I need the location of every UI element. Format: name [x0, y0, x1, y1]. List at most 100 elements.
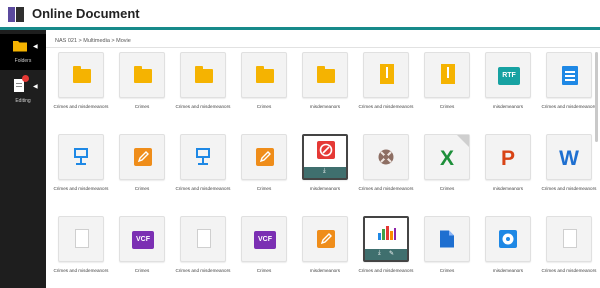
sidebar-item-editing[interactable]: ◀ Editing [0, 74, 46, 110]
file-name: Crimes and misdemeanors [175, 268, 231, 273]
file-name: Crimes [439, 268, 455, 273]
scrollbar[interactable] [595, 52, 598, 142]
file-thumbnail[interactable] [546, 52, 592, 98]
file-thumbnail[interactable] [302, 216, 348, 262]
file-name: misdemeanors [309, 268, 341, 273]
folder-icon [317, 66, 335, 83]
keynote-icon [74, 148, 88, 165]
chevron-left-icon: ◀ [33, 84, 38, 90]
file-name: Crimes and misdemeanors [53, 104, 109, 109]
file-name: Crimes and misdemeanors [175, 186, 231, 191]
file-name: Crimes [439, 104, 455, 109]
file-name: Crimes and misdemeanors [541, 104, 597, 109]
file-thumbnail[interactable] [546, 216, 592, 262]
edit-icon[interactable]: ✎ [389, 250, 394, 257]
file-name: Crimes and misdemeanors [175, 104, 231, 109]
file-name: Crimes and misdemeanors [53, 268, 109, 273]
file-thumbnail[interactable]: P [485, 134, 531, 180]
blank-file-icon [75, 229, 89, 248]
file-thumbnail[interactable] [424, 216, 470, 262]
download-icon[interactable]: ⤓ [323, 168, 326, 175]
numbers-chart-icon [378, 226, 396, 240]
pdf-icon [317, 141, 335, 159]
sidebar-item-label: Editing [15, 98, 31, 104]
file-thumbnail[interactable]: W [546, 134, 592, 180]
file-thumbnail[interactable] [302, 52, 348, 98]
sidebar: ◀ Folders ◀ Editing [0, 30, 46, 288]
file-name: Crimes and misdemeanors [358, 186, 414, 191]
file-actions-bar: ⤓ [304, 167, 346, 178]
notification-dot [22, 75, 29, 82]
file-name: Crimes [134, 186, 150, 191]
folder-icon [256, 66, 274, 83]
blank-file-icon [563, 229, 577, 248]
sidebar-item-folders[interactable]: ◀ Folders [0, 34, 46, 70]
file-name: Crimes and misdemeanors [358, 104, 414, 109]
chevron-left-icon: ◀ [33, 44, 38, 50]
file-name: Crimes and misdemeanors [53, 186, 109, 191]
file-thumbnail[interactable] [180, 52, 226, 98]
folder-icon [195, 66, 213, 83]
folder-icon [134, 66, 152, 83]
pages-icon [256, 148, 274, 166]
vcf-icon: VCF [254, 231, 276, 249]
file-actions-bar: ⤓ ✎ [365, 249, 407, 260]
google-doc-icon [440, 230, 454, 248]
file-name: misdemeanors [492, 104, 524, 109]
blank-file-icon [197, 229, 211, 248]
file-thumbnail[interactable] [485, 216, 531, 262]
file-thumbnail-selected[interactable]: ⤓ [302, 134, 348, 180]
file-thumbnail[interactable] [363, 134, 409, 180]
file-name: Crimes and misdemeanors [358, 268, 414, 273]
file-name: Crimes and misdemeanors [541, 186, 597, 191]
file-thumbnail[interactable]: RTF [485, 52, 531, 98]
file-name: Crimes [439, 186, 455, 191]
file-name: misdemeanors [309, 104, 341, 109]
sidebar-item-label: Folders [14, 58, 32, 64]
breadcrumb[interactable]: NAS 021 > Multimedia > Movie [55, 38, 131, 44]
archive-icon [380, 64, 394, 84]
keynote-icon [196, 148, 210, 165]
file-name: misdemeanors [492, 186, 524, 191]
pages-icon [134, 148, 152, 166]
file-name: Crimes [256, 268, 272, 273]
app-logo-icon [8, 7, 24, 22]
file-thumbnail[interactable] [58, 134, 104, 180]
powerpoint-icon: P [500, 147, 515, 170]
archive-icon [441, 64, 455, 84]
edit-tag-icon [457, 135, 469, 147]
media-icon [378, 149, 394, 165]
file-name: Crimes [134, 268, 150, 273]
excel-icon: X [439, 147, 454, 170]
word-icon: W [559, 147, 579, 170]
file-thumbnail[interactable]: VCF [241, 216, 287, 262]
divider [46, 47, 600, 48]
file-thumbnail[interactable] [119, 52, 165, 98]
title-bar: Online Document [0, 0, 600, 30]
file-thumbnail[interactable] [58, 52, 104, 98]
file-name: misdemeanors [309, 186, 341, 191]
file-thumbnail[interactable] [363, 52, 409, 98]
download-icon[interactable]: ⤓ [378, 250, 381, 257]
file-thumbnail[interactable] [58, 216, 104, 262]
file-name: Crimes [256, 186, 272, 191]
title-accent-line [0, 27, 600, 30]
app-title: Online Document [32, 6, 140, 21]
file-name: Crimes [256, 104, 272, 109]
disc-icon [499, 230, 517, 248]
file-thumbnail[interactable] [424, 52, 470, 98]
file-name: Crimes and misdemeanors [541, 268, 597, 273]
file-thumbnail-selected[interactable]: ⤓ ✎ [363, 216, 409, 262]
file-name: Crimes [134, 104, 150, 109]
file-thumbnail[interactable] [241, 134, 287, 180]
file-thumbnail[interactable] [241, 52, 287, 98]
pages-icon [317, 230, 335, 248]
file-thumbnail[interactable] [119, 134, 165, 180]
file-thumbnail[interactable] [180, 134, 226, 180]
file-thumbnail[interactable] [180, 216, 226, 262]
rtf-icon: RTF [498, 67, 520, 85]
file-thumbnail[interactable]: X [424, 134, 470, 180]
file-thumbnail[interactable]: VCF [119, 216, 165, 262]
folder-icon [73, 66, 91, 83]
folder-icon [12, 38, 28, 52]
